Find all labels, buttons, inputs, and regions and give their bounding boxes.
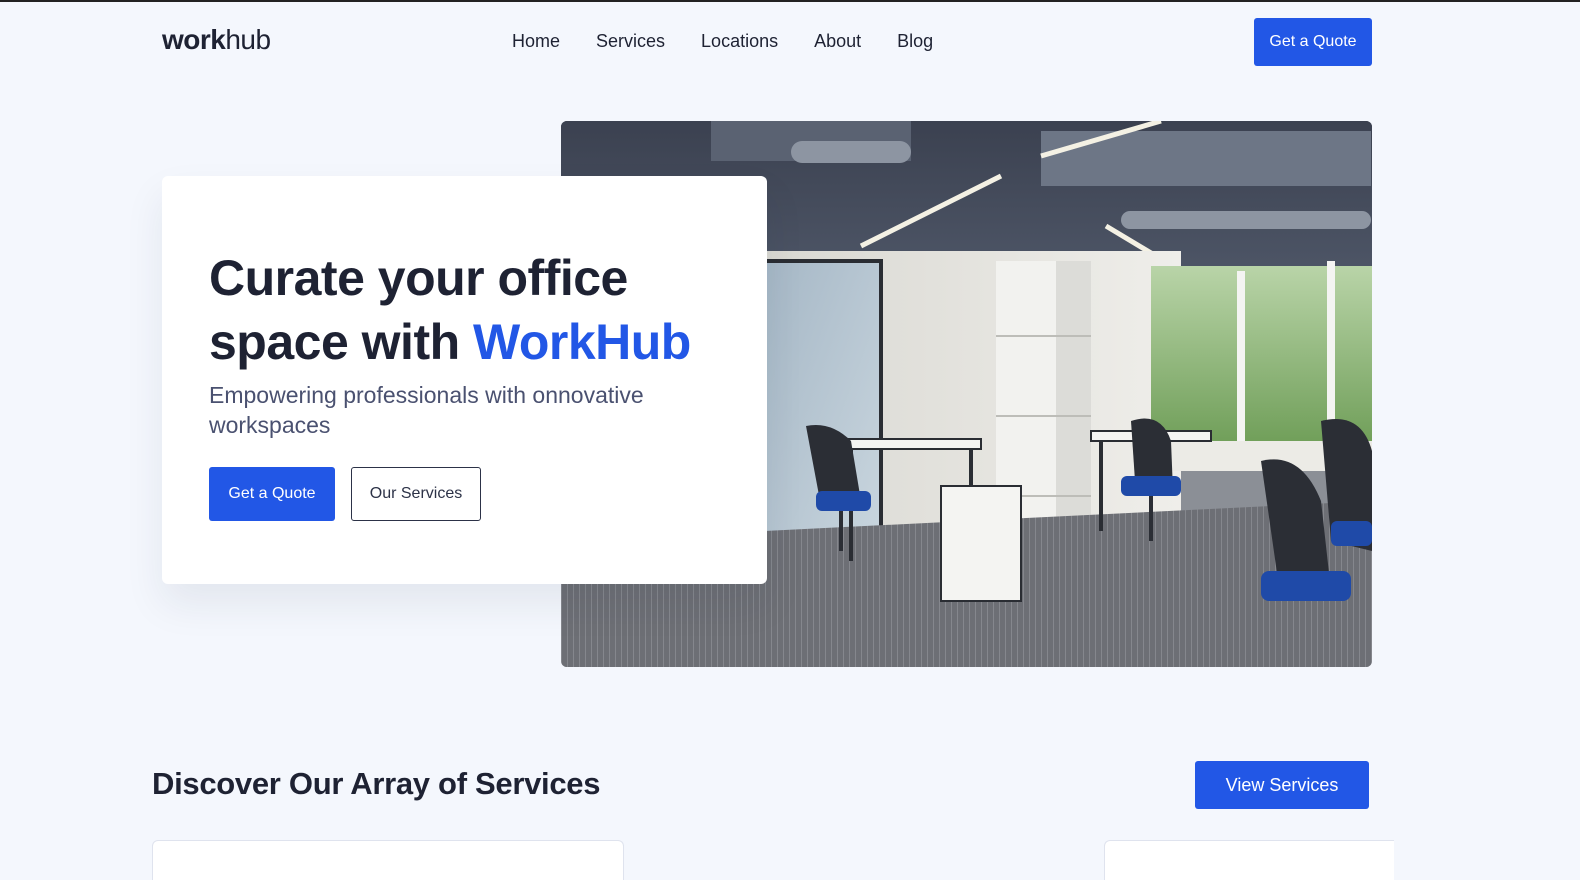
- hero-get-quote-button[interactable]: Get a Quote: [209, 467, 335, 521]
- hero-title-line2: space with: [209, 314, 474, 370]
- hero-title: Curate your office space with WorkHub: [209, 246, 749, 374]
- hero-title-accent: WorkHub: [473, 314, 691, 370]
- hero-title-line1: Curate your office: [209, 250, 628, 306]
- view-services-button[interactable]: View Services: [1195, 761, 1369, 809]
- logo-light-text: hub: [225, 24, 271, 55]
- services-section-title: Discover Our Array of Services: [152, 766, 601, 801]
- main-nav: Home Services Locations About Blog: [512, 31, 969, 52]
- logo-bold-text: work: [162, 24, 226, 55]
- service-card[interactable]: [1104, 840, 1394, 880]
- workhub-logo[interactable]: workhub: [162, 24, 271, 56]
- nav-services[interactable]: Services: [596, 31, 665, 52]
- site-header: workhub Home Services Locations About Bl…: [0, 0, 1580, 84]
- nav-about[interactable]: About: [814, 31, 861, 52]
- hero-subtitle: Empowering professionals with onnovative…: [209, 382, 644, 438]
- nav-home[interactable]: Home: [512, 31, 560, 52]
- hero-card: Curate your office space with WorkHub Em…: [162, 176, 767, 584]
- nav-locations[interactable]: Locations: [701, 31, 778, 52]
- nav-blog[interactable]: Blog: [897, 31, 933, 52]
- header-get-quote-button[interactable]: Get a Quote: [1254, 18, 1372, 66]
- service-card[interactable]: [152, 840, 624, 880]
- hero-our-services-button[interactable]: Our Services: [351, 467, 481, 521]
